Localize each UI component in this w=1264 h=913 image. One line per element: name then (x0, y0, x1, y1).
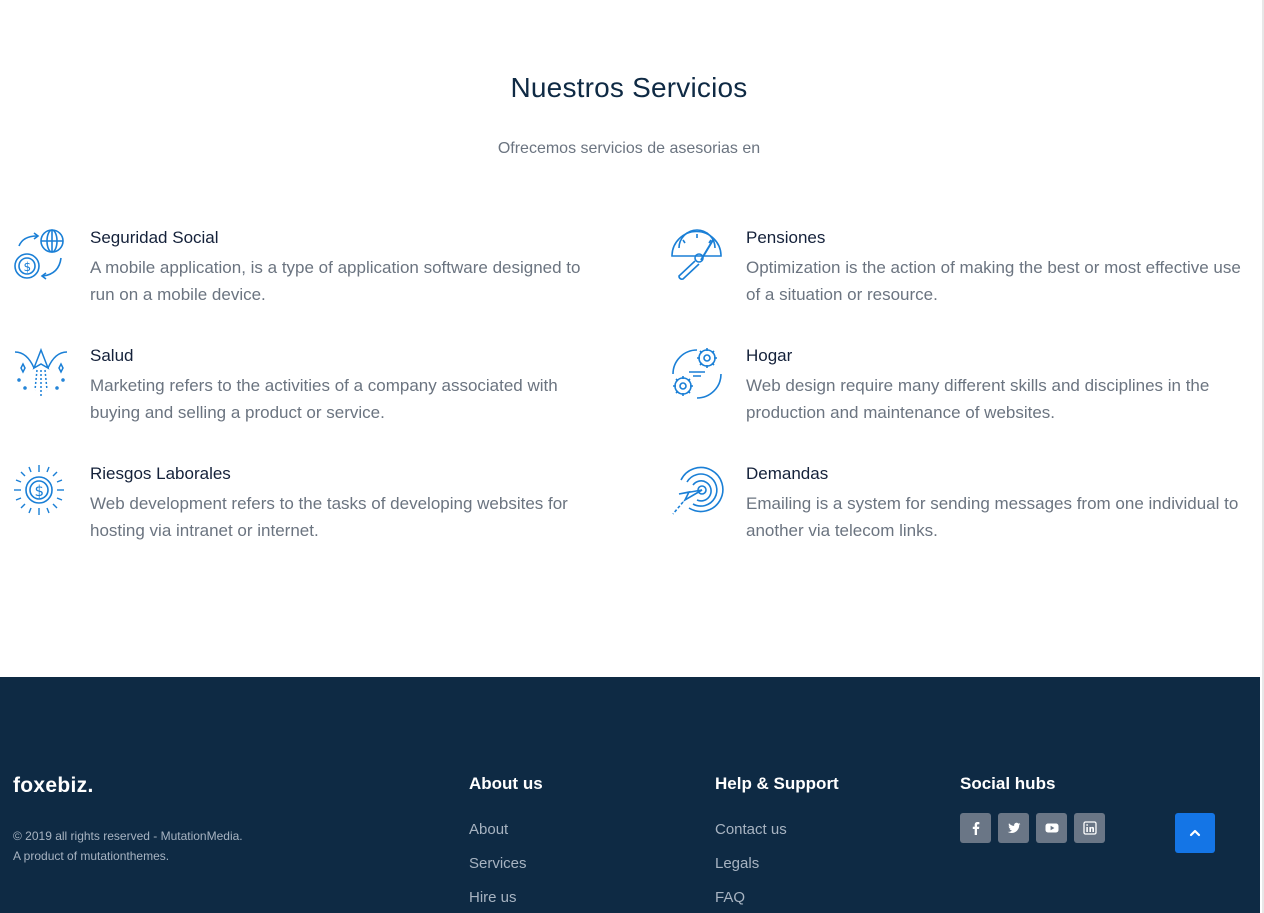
site-footer: foxebiz. © 2019 all rights reserved - Mu… (0, 677, 1260, 913)
section-subtitle: Ofrecemos servicios de asesorias en (497, 140, 761, 157)
svg-text:$: $ (24, 260, 32, 274)
service-item-pensiones: Pensiones Optimization is the action of … (669, 228, 1259, 328)
speedometer-icon (669, 228, 725, 284)
services-section: Nuestros Servicios Ofrecemos servicios d… (0, 0, 1262, 677)
scroll-to-top-button[interactable] (1175, 813, 1215, 853)
service-title: Salud (90, 346, 134, 365)
section-title: Nuestros Servicios (510, 72, 748, 103)
service-description: A mobile application, is a type of appli… (90, 258, 581, 304)
service-item-riesgos-laborales: $ Riesgos Laborales Web development refe… (13, 464, 573, 564)
rocket-stars-icon (13, 346, 69, 402)
service-description: Emailing is a system for sending message… (746, 494, 1239, 540)
service-title: Pensiones (746, 228, 826, 247)
copyright-line: © 2019 all rights reserved - MutationMed… (13, 829, 243, 843)
twitter-icon[interactable] (998, 813, 1029, 843)
footer-link-services[interactable]: Services (469, 855, 527, 872)
footer-link-contact-us[interactable]: Contact us (715, 821, 787, 838)
footer-copyright: © 2019 all rights reserved - MutationMed… (13, 826, 243, 866)
copyright-line: A product of mutationthemes. (13, 849, 170, 863)
service-title: Riesgos Laborales (90, 464, 231, 483)
social-hubs-heading: Social hubs (960, 774, 1056, 793)
globe-money-icon: $ (13, 228, 69, 284)
target-arrow-icon (669, 464, 725, 520)
footer-link-faq[interactable]: FAQ (715, 889, 745, 906)
service-title: Demandas (746, 464, 829, 483)
dollar-burst-icon: $ (13, 464, 69, 520)
gears-icon (669, 346, 725, 402)
service-description: Web development refers to the tasks of d… (90, 494, 568, 540)
chevron-up-icon (1189, 829, 1201, 837)
service-title: Seguridad Social (90, 228, 219, 247)
footer-link-about[interactable]: About (469, 821, 508, 838)
service-description: Optimization is the action of making the… (746, 258, 1241, 304)
service-item-hogar: Hogar Web design require many different … (669, 346, 1259, 446)
footer-link-hire-us[interactable]: Hire us (469, 889, 517, 906)
svg-text:$: $ (35, 482, 45, 500)
service-item-demandas: Demandas Emailing is a system for sendin… (669, 464, 1259, 564)
service-description: Marketing refers to the activities of a … (90, 376, 558, 422)
help-support-heading: Help & Support (715, 774, 839, 793)
youtube-icon[interactable] (1036, 813, 1067, 843)
linkedin-icon[interactable] (1074, 813, 1105, 843)
service-description: Web design require many different skills… (746, 376, 1210, 422)
about-us-heading: About us (469, 774, 543, 793)
facebook-icon[interactable] (960, 813, 991, 843)
service-item-salud: Salud Marketing refers to the activities… (13, 346, 573, 446)
footer-link-legals[interactable]: Legals (715, 855, 759, 872)
service-item-seguridad-social: $ Seguridad Social A mobile application,… (13, 228, 580, 328)
service-title: Hogar (746, 346, 793, 365)
footer-brand-logo[interactable]: foxebiz. (13, 774, 94, 798)
